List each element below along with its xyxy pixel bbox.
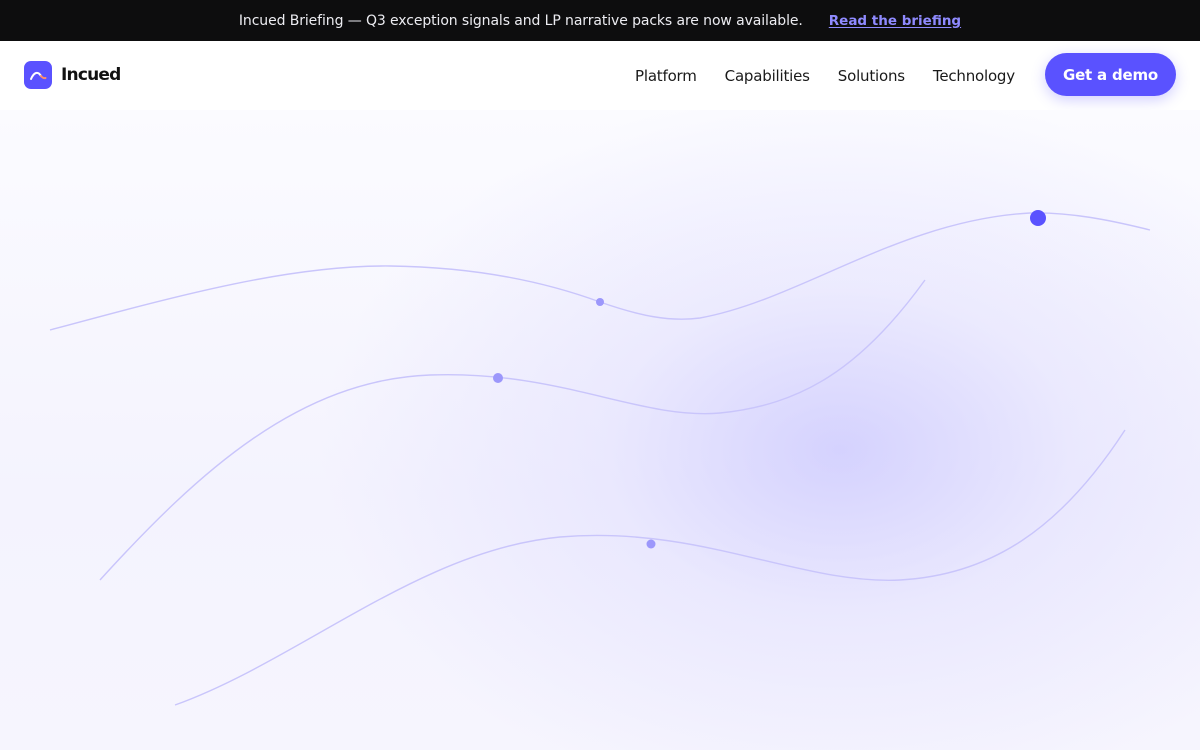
announcement-message: Incued Briefing — Q3 exception signals a… <box>238 12 803 29</box>
read-briefing-link[interactable]: Read the briefing <box>829 13 961 29</box>
brand-name: Incued <box>61 65 121 85</box>
get-demo-button[interactable]: Get a demo <box>1045 53 1176 96</box>
hero-section <box>0 110 1200 750</box>
signal-node-bottom <box>646 539 656 549</box>
nav-item-platform[interactable]: Platform <box>635 67 697 85</box>
main-navigation: Incued Platform Capabilities Solutions T… <box>0 41 1200 110</box>
signal-node-middle <box>493 373 503 383</box>
nav-item-technology[interactable]: Technology <box>933 67 1015 85</box>
logo-arc-icon <box>24 61 52 89</box>
nav-item-capabilities[interactable]: Capabilities <box>725 67 810 85</box>
hero-signal-curves-graphic <box>49 210 1151 706</box>
nav-item-solutions[interactable]: Solutions <box>838 67 905 85</box>
brand-logo[interactable]: Incued <box>24 61 121 89</box>
signal-curve-bottom <box>174 429 1126 706</box>
signal-node-top <box>596 298 604 306</box>
signal-curve-middle <box>99 279 926 581</box>
announcement-bar: Incued Briefing — Q3 exception signals a… <box>0 0 1200 41</box>
signal-curve-top <box>49 212 1151 331</box>
signal-node-large <box>1030 210 1046 226</box>
nav-menu: Platform Capabilities Solutions Technolo… <box>635 41 1043 110</box>
